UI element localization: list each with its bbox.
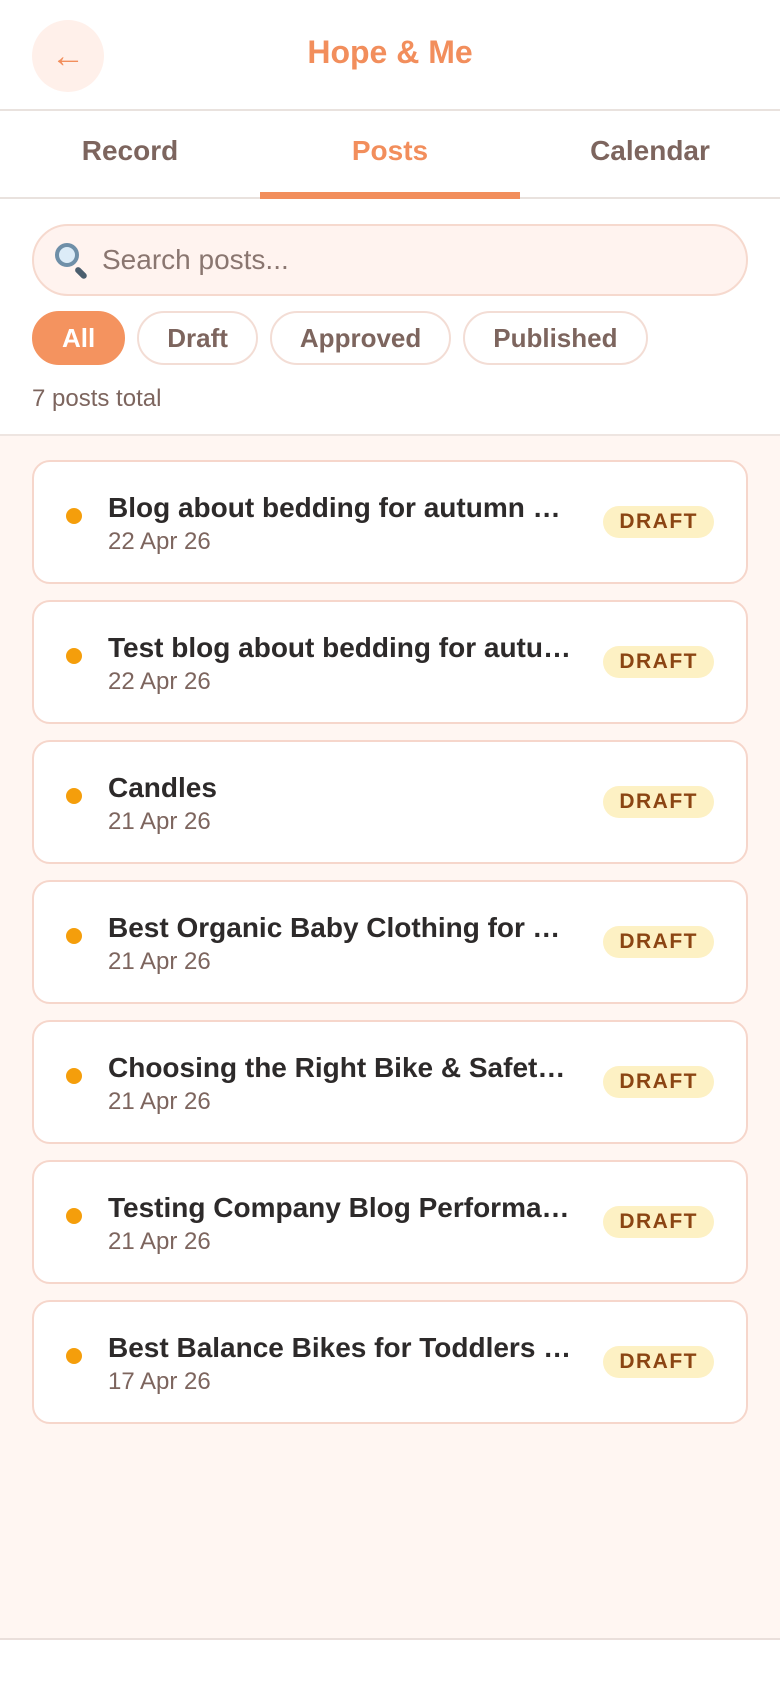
post-card[interactable]: Best Balance Bikes for Toddlers … 17 Apr…: [32, 1300, 748, 1424]
post-date: 21 Apr 26: [108, 948, 211, 975]
filter-all[interactable]: All: [32, 311, 126, 365]
post-card[interactable]: Candles 21 Apr 26 DRAFT: [32, 740, 748, 864]
status-dot: [66, 928, 82, 944]
search-input[interactable]: [102, 244, 722, 276]
post-title: Choosing the Right Bike & Safet…: [108, 1052, 566, 1083]
filter-draft[interactable]: Draft: [137, 311, 258, 365]
posts-list: Blog about bedding for autumn … 22 Apr 2…: [0, 436, 780, 1638]
status-badge: DRAFT: [603, 786, 714, 818]
post-date: 22 Apr 26: [108, 528, 211, 555]
post-title: Candles: [108, 772, 217, 803]
status-badge: DRAFT: [603, 1346, 714, 1378]
status-dot: [66, 1208, 82, 1224]
tab-record[interactable]: Record: [0, 111, 260, 197]
post-date: 21 Apr 26: [108, 1088, 211, 1115]
filter-published[interactable]: Published: [463, 311, 648, 365]
app: ← Hope & Me Record Posts Calendar All Dr…: [0, 0, 780, 1688]
search-box[interactable]: [32, 224, 748, 296]
status-dot: [66, 648, 82, 664]
post-title: Testing Company Blog Performa…: [108, 1192, 570, 1223]
header: ← Hope & Me: [0, 0, 780, 111]
posts-total-count: 7 posts total: [32, 385, 162, 412]
search-icon: [52, 241, 90, 281]
post-card[interactable]: Choosing the Right Bike & Safet… 21 Apr …: [32, 1020, 748, 1144]
post-title: Test blog about bedding for autu…: [108, 632, 571, 663]
filter-approved[interactable]: Approved: [269, 311, 452, 365]
post-date: 21 Apr 26: [108, 1228, 211, 1255]
status-badge: DRAFT: [603, 646, 714, 678]
status-dot: [66, 1068, 82, 1084]
list-controls: All Draft Approved Published 7 posts tot…: [0, 199, 780, 436]
post-title: Best Organic Baby Clothing for Y…: [108, 912, 578, 943]
status-badge: DRAFT: [603, 1206, 714, 1238]
status-dot: [66, 1348, 82, 1364]
post-card[interactable]: Blog about bedding for autumn … 22 Apr 2…: [32, 460, 748, 584]
page-title: Hope & Me: [307, 34, 473, 70]
bottom-bar: [0, 1638, 780, 1688]
tab-bar: Record Posts Calendar: [0, 111, 780, 199]
post-date: 17 Apr 26: [108, 1368, 211, 1395]
post-date: 21 Apr 26: [108, 808, 211, 835]
post-title: Best Balance Bikes for Toddlers …: [108, 1332, 572, 1363]
post-card[interactable]: Test blog about bedding for autu… 22 Apr…: [32, 600, 748, 724]
status-filter-chips: All Draft Approved Published: [32, 311, 660, 365]
post-date: 22 Apr 26: [108, 668, 211, 695]
post-title: Blog about bedding for autumn …: [108, 492, 561, 523]
status-badge: DRAFT: [603, 506, 714, 538]
post-card[interactable]: Testing Company Blog Performa… 21 Apr 26…: [32, 1160, 748, 1284]
tab-posts[interactable]: Posts: [260, 111, 520, 199]
status-dot: [66, 508, 82, 524]
status-badge: DRAFT: [603, 1066, 714, 1098]
status-badge: DRAFT: [603, 926, 714, 958]
status-dot: [66, 788, 82, 804]
post-card[interactable]: Best Organic Baby Clothing for Y… 21 Apr…: [32, 880, 748, 1004]
tab-calendar[interactable]: Calendar: [520, 111, 780, 197]
